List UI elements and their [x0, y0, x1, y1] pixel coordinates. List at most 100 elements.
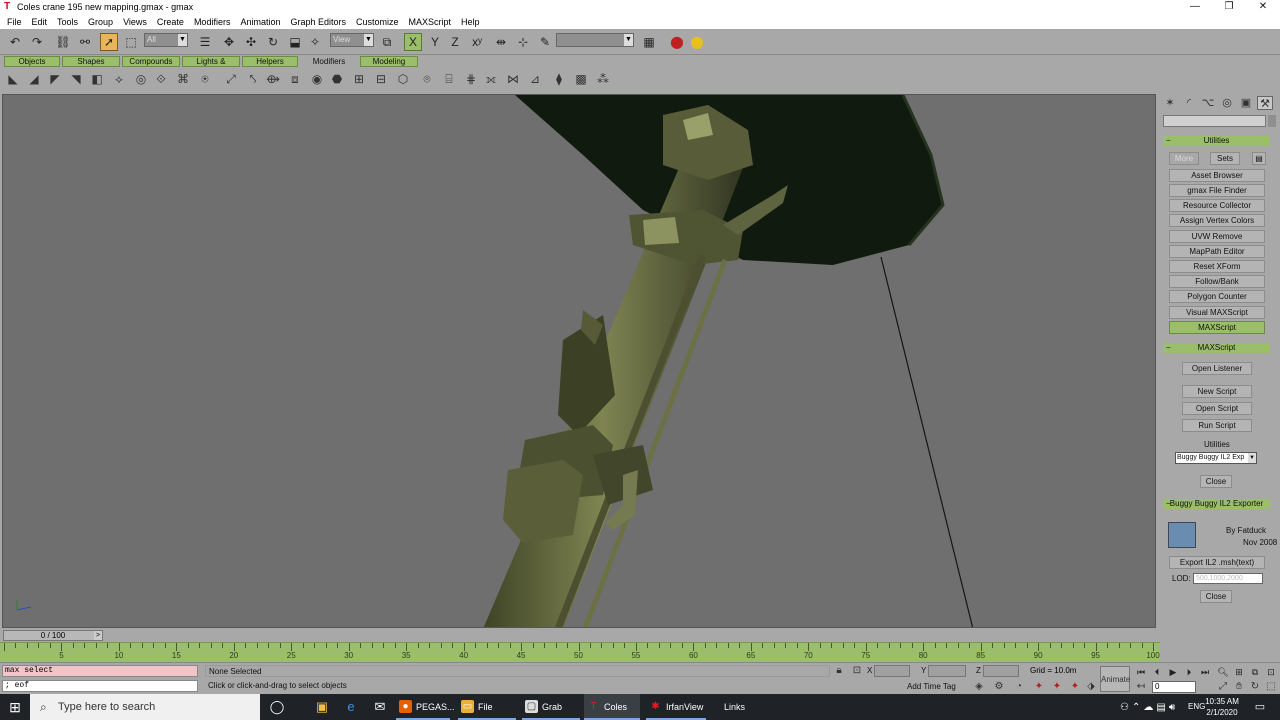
maxscript-mini-listener-output[interactable]: ; eof — [2, 680, 198, 692]
absolute-mode-icon[interactable]: ⊡ — [850, 665, 864, 677]
optimize-icon[interactable]: ⌸ — [440, 70, 458, 88]
twist-icon[interactable]: ◤ — [46, 70, 64, 88]
visual-maxscript-button[interactable]: Visual MAXScript — [1169, 306, 1265, 319]
menu-tools[interactable]: Tools — [52, 17, 83, 27]
slice-icon[interactable]: ⟗ — [482, 70, 500, 88]
time-slider[interactable]: 0 / 100 > — [3, 630, 103, 641]
tessellate-icon[interactable]: ⁂ — [594, 70, 612, 88]
bend-icon[interactable]: ◣ — [4, 70, 22, 88]
sets-button[interactable]: Sets — [1210, 152, 1240, 165]
move-icon[interactable]: ✣ — [242, 33, 260, 51]
tab-helpers[interactable]: Helpers — [242, 56, 298, 67]
taskbar-app-gmax[interactable]: T Coles c... — [584, 694, 640, 720]
tab-compounds[interactable]: Compounds — [122, 56, 180, 67]
chevron-right-icon[interactable]: > — [94, 631, 102, 640]
displace-icon[interactable]: ⧈ — [286, 70, 304, 88]
follow-bank-button[interactable]: Follow/Bank — [1169, 275, 1265, 288]
maxscript-utility-button[interactable]: MAXScript — [1169, 321, 1265, 334]
quick-render-icon[interactable]: ⬤ — [688, 33, 706, 51]
menu-create[interactable]: Create — [152, 17, 189, 27]
exporter-rollout-header[interactable]: − Buggy Buggy IL2 Exporter — [1163, 499, 1270, 509]
rotate-icon[interactable]: ↻ — [264, 33, 282, 51]
named-selection-sets-select[interactable]: ▼ — [556, 33, 634, 47]
open-script-button[interactable]: Open Script — [1182, 402, 1252, 415]
taskbar-search-box[interactable]: ⌕ Type here to search — [30, 694, 260, 720]
unlink-icon[interactable]: ⚯ — [76, 33, 94, 51]
z-coordinate-field[interactable] — [983, 665, 1019, 677]
y-coordinate-field[interactable] — [928, 665, 966, 677]
show-hidden-icons-icon[interactable]: ⌃ — [1132, 702, 1140, 713]
tab-objects[interactable]: Objects — [4, 56, 60, 67]
align-icon[interactable]: ⊹ — [514, 33, 532, 51]
edit-mesh-icon[interactable]: ⌘ — [174, 70, 192, 88]
go-to-start-icon[interactable]: ⏮ — [1134, 666, 1148, 678]
squeeze-icon[interactable]: ⟡ — [110, 70, 128, 88]
maxscript-close-button[interactable]: Close — [1200, 475, 1232, 488]
mail-icon[interactable]: ✉ — [369, 697, 391, 717]
symmetry-icon[interactable]: ⋕ — [462, 70, 480, 88]
edge-browser-icon[interactable]: e — [340, 697, 362, 717]
material-editor-icon[interactable]: ▦ — [640, 33, 658, 51]
network-icon[interactable]: ▤ — [1156, 702, 1165, 713]
open-listener-button[interactable]: Open Listener — [1182, 362, 1252, 375]
task-view-icon[interactable]: ◯ — [266, 697, 288, 717]
x-coordinate-field[interactable] — [874, 665, 910, 677]
tab-shapes[interactable]: Shapes — [62, 56, 120, 67]
store-icon[interactable]: ▣ — [311, 697, 333, 717]
polygon-counter-button[interactable]: Polygon Counter — [1169, 290, 1265, 303]
reset-xform-button[interactable]: Reset XForm — [1169, 260, 1265, 273]
lod-input[interactable]: 500,1000,2000 — [1193, 573, 1263, 584]
resource-collector-button[interactable]: Resource Collector — [1169, 199, 1265, 212]
notifications-icon[interactable]: ▭ — [1252, 699, 1268, 715]
mappath-editor-button[interactable]: MapPath Editor — [1169, 245, 1265, 258]
maxscript-mini-listener-input[interactable]: max select — [2, 665, 198, 677]
axis-constraint-xy-icon[interactable]: xʸ — [468, 33, 486, 51]
pivot-center-icon[interactable]: ⧉ — [378, 33, 396, 51]
region-select-icon[interactable]: ⬚ — [122, 33, 140, 51]
axis-constraint-y-icon[interactable]: Y — [426, 33, 444, 51]
menu-animation[interactable]: Animation — [235, 17, 285, 27]
mesh-smooth-icon[interactable]: ⌾ — [418, 70, 436, 88]
render-icon[interactable]: ⬤ — [668, 33, 686, 51]
angle-snap-icon[interactable]: ◔ — [1012, 681, 1026, 693]
menu-file[interactable]: File — [2, 17, 27, 27]
smooth-icon[interactable]: ⬡ — [394, 70, 412, 88]
mirror-icon[interactable]: ⇹ — [492, 33, 510, 51]
arc-rotate-icon[interactable]: ↻ — [1248, 681, 1262, 693]
tab-modifiers[interactable]: Modifiers — [300, 56, 358, 67]
scale-icon[interactable]: ⬓ — [286, 33, 304, 51]
select-link-icon[interactable]: ⛓ — [54, 33, 72, 51]
menu-views[interactable]: Views — [118, 17, 152, 27]
object-name-field[interactable] — [1163, 115, 1266, 127]
configure-sets-icon[interactable]: ▤ — [1252, 152, 1266, 165]
uvw-map-icon[interactable]: ⊞ — [350, 70, 368, 88]
axis-constraint-x-icon[interactable]: X — [404, 33, 422, 51]
motion-panel-icon[interactable]: ◎ — [1219, 96, 1235, 110]
undo-icon[interactable]: ↶ — [6, 33, 24, 51]
menu-maxscript[interactable]: MAXScript — [404, 17, 457, 27]
maxscript-rollout-header[interactable]: − MAXScript — [1163, 343, 1270, 353]
current-frame-field[interactable]: 0 — [1152, 681, 1196, 693]
windows-start-icon[interactable]: ⊞ — [4, 698, 26, 716]
ripple-icon[interactable]: ⟴ — [264, 70, 282, 88]
system-clock[interactable]: 10:35 AM 2/1/2020 — [1200, 696, 1244, 718]
zoom-icon[interactable]: 🔍︎ — [1216, 666, 1230, 678]
reference-coordinate-select[interactable]: View ▼ — [330, 33, 374, 47]
links-toolbar[interactable]: Links — [724, 694, 745, 720]
add-time-tag[interactable]: Add Time Tag — [907, 682, 956, 691]
more-button[interactable]: More — [1169, 152, 1199, 165]
redo-icon[interactable]: ↷ — [28, 33, 46, 51]
taper-icon[interactable]: ◢ — [25, 70, 43, 88]
noise-icon[interactable]: ◥ — [67, 70, 85, 88]
axis-constraint-z-icon[interactable]: Z — [446, 33, 464, 51]
utilities-panel-icon[interactable]: ⚒ — [1257, 96, 1273, 110]
degradation-override-icon[interactable]: ◈ — [972, 681, 986, 693]
selection-filter-select[interactable]: All ▼ — [144, 33, 188, 47]
run-script-button[interactable]: Run Script — [1182, 419, 1252, 432]
key-mode-icon[interactable]: ✦ — [1068, 681, 1082, 693]
new-script-button[interactable]: New Script — [1182, 385, 1252, 398]
snap-toggle-icon[interactable]: ⚙ — [992, 681, 1006, 693]
spherify-icon[interactable]: ◉ — [308, 70, 326, 88]
display-panel-icon[interactable]: ▣ — [1238, 96, 1254, 110]
close-button[interactable]: ✕ — [1246, 0, 1280, 14]
